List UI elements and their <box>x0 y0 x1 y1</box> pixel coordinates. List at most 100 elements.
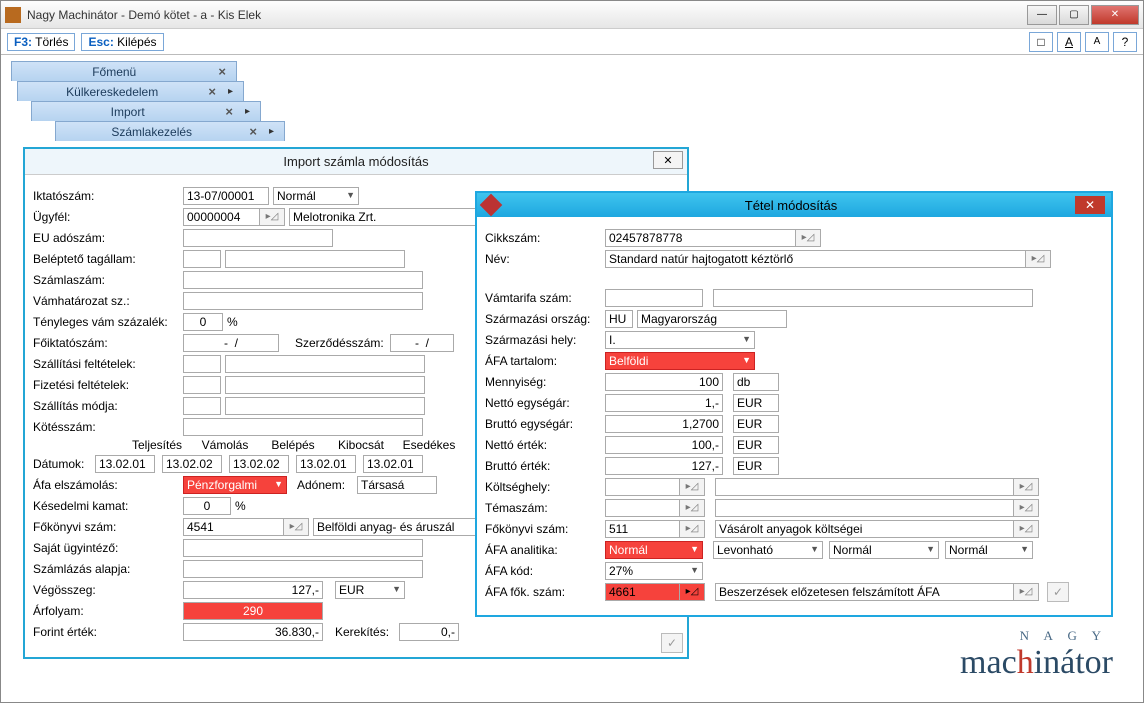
netto-egys-input[interactable] <box>605 394 723 412</box>
tab-fomenu[interactable]: Főmenü× <box>11 61 237 81</box>
fiz-felt-code[interactable] <box>183 376 221 394</box>
eu-adoszam-input[interactable] <box>183 229 333 247</box>
ugyfel-code-input[interactable] <box>183 208 259 226</box>
date-esedekes[interactable] <box>363 455 423 473</box>
vam-pct-input[interactable] <box>183 313 223 331</box>
font-small-button[interactable]: A <box>1085 32 1109 52</box>
date-belepes[interactable] <box>229 455 289 473</box>
lookup-icon[interactable]: ▸◿ <box>259 208 285 226</box>
afa-tartalom-combo[interactable]: Belföldi▼ <box>605 352 755 370</box>
lookup-icon[interactable]: ▸◿ <box>1025 250 1051 268</box>
layout-button[interactable]: □ <box>1029 32 1053 52</box>
status-combo[interactable]: Normál▼ <box>273 187 359 205</box>
lookup-icon[interactable]: ▸◿ <box>679 478 705 496</box>
tab-szamlakezeles[interactable]: Számlakezelés×▸ <box>55 121 285 141</box>
hely-combo[interactable]: I.▼ <box>605 331 755 349</box>
kotesszam-input[interactable] <box>183 418 423 436</box>
dialog-close-button[interactable]: ✕ <box>653 151 683 169</box>
vamtarifa-input[interactable] <box>605 289 703 307</box>
koltseghely-input[interactable] <box>605 478 679 496</box>
fokonyvi-t-name[interactable] <box>715 520 1013 538</box>
arfolyam-input[interactable] <box>183 602 323 620</box>
szall-felt-text[interactable] <box>225 355 425 373</box>
confirm-check-button[interactable]: ✓ <box>661 633 683 653</box>
minimize-button[interactable]: — <box>1027 5 1057 25</box>
close-icon[interactable]: × <box>249 124 257 139</box>
analitika-combo-3[interactable]: Normál▼ <box>829 541 939 559</box>
szamlaszam-input[interactable] <box>183 271 423 289</box>
iktatoszam-input[interactable] <box>183 187 269 205</box>
forint-input[interactable] <box>183 623 323 641</box>
szall-felt-code[interactable] <box>183 355 221 373</box>
lookup-icon[interactable]: ▸◿ <box>283 518 309 536</box>
szerzodesszam-input[interactable] <box>390 334 454 352</box>
date-kibocsat[interactable] <box>296 455 356 473</box>
currency-3[interactable] <box>733 436 779 454</box>
koltseghely-name[interactable] <box>715 478 1013 496</box>
lookup-icon[interactable]: ▸◿ <box>1013 583 1039 601</box>
analitika-combo-4[interactable]: Normál▼ <box>945 541 1033 559</box>
lookup-icon[interactable]: ▸◿ <box>679 499 705 517</box>
vegosszeg-input[interactable] <box>183 581 323 599</box>
lookup-icon[interactable]: ▸◿ <box>679 520 705 538</box>
analitika-combo-2[interactable]: Levonható▼ <box>713 541 823 559</box>
maximize-button[interactable]: ▢ <box>1059 5 1089 25</box>
font-large-button[interactable]: A <box>1057 32 1081 52</box>
kesedelmi-input[interactable] <box>183 497 231 515</box>
brutto-egys-input[interactable] <box>605 415 723 433</box>
currency-4[interactable] <box>733 457 779 475</box>
close-icon[interactable]: × <box>225 104 233 119</box>
confirm-check-button[interactable]: ✓ <box>1047 582 1069 602</box>
date-vamolas[interactable] <box>162 455 222 473</box>
close-icon[interactable]: × <box>208 84 216 99</box>
temaszam-input[interactable] <box>605 499 679 517</box>
me-input[interactable] <box>733 373 779 391</box>
tab-kulkeresk[interactable]: Külkereskedelem×▸ <box>17 81 244 101</box>
adonem-input[interactable] <box>357 476 437 494</box>
sajat-ugy-input[interactable] <box>183 539 423 557</box>
mennyiseg-input[interactable] <box>605 373 723 391</box>
afa-kod-combo[interactable]: 27%▼ <box>605 562 703 580</box>
kerekites-input[interactable] <box>399 623 459 641</box>
belepteto-name-input[interactable] <box>225 250 405 268</box>
dialog-close-button[interactable]: ✕ <box>1075 196 1105 214</box>
szall-mod-text[interactable] <box>225 397 425 415</box>
esc-exit-button[interactable]: Esc: Kilépés <box>81 33 163 51</box>
lookup-icon[interactable]: ▸◿ <box>795 229 821 247</box>
temaszam-name[interactable] <box>715 499 1013 517</box>
netto-ertek-input[interactable] <box>605 436 723 454</box>
szall-mod-code[interactable] <box>183 397 221 415</box>
currency-1[interactable] <box>733 394 779 412</box>
f3-delete-button[interactable]: F3: Törlés <box>7 33 75 51</box>
label-szall-felt: Szállítási feltételek: <box>33 357 183 371</box>
vamtarifa-name[interactable] <box>713 289 1033 307</box>
afa-fok-name[interactable] <box>715 583 1013 601</box>
fokonyvi-input[interactable] <box>183 518 283 536</box>
lookup-icon[interactable]: ▸◿ <box>1013 478 1039 496</box>
foiktatoszam-input[interactable] <box>183 334 279 352</box>
orszag-name[interactable] <box>637 310 787 328</box>
belepteto-input[interactable] <box>183 250 221 268</box>
date-teljesites[interactable] <box>95 455 155 473</box>
help-button[interactable]: ? <box>1113 32 1137 52</box>
afa-mode-combo[interactable]: Pénzforgalmi▼ <box>183 476 287 494</box>
close-button[interactable]: ✕ <box>1091 5 1139 25</box>
currency-combo[interactable]: EUR▼ <box>335 581 405 599</box>
lookup-icon[interactable]: ▸◿ <box>1013 520 1039 538</box>
vamhatarozat-input[interactable] <box>183 292 423 310</box>
afa-fok-input[interactable] <box>605 583 679 601</box>
lookup-icon[interactable]: ▸◿ <box>1013 499 1039 517</box>
cikkszam-input[interactable] <box>605 229 795 247</box>
tab-import[interactable]: Import×▸ <box>31 101 261 121</box>
analitika-combo-1[interactable]: Normál▼ <box>605 541 703 559</box>
nev-input[interactable] <box>605 250 1025 268</box>
lookup-icon[interactable]: ▸◿ <box>679 583 705 601</box>
currency-2[interactable] <box>733 415 779 433</box>
close-icon[interactable]: × <box>218 64 226 79</box>
chevron-right-icon: ▸ <box>245 106 250 117</box>
brutto-ertek-input[interactable] <box>605 457 723 475</box>
szamlazas-input[interactable] <box>183 560 423 578</box>
fiz-felt-text[interactable] <box>225 376 425 394</box>
orszag-code[interactable] <box>605 310 633 328</box>
fokonyvi-t-input[interactable] <box>605 520 679 538</box>
